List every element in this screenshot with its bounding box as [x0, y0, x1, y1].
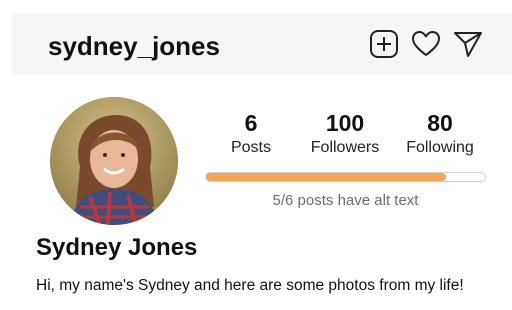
followers-count: 100 [325, 110, 365, 136]
display-name: Sydney Jones [36, 234, 198, 261]
stat-posts[interactable]: 6 Posts [225, 110, 277, 158]
stat-following[interactable]: 80 Following [398, 110, 482, 158]
posts-count: 6 [244, 110, 258, 136]
alt-text-status: 5/6 posts have alt text [272, 192, 419, 209]
top-bar: sydney_jones [12, 14, 512, 74]
following-count: 80 [427, 110, 453, 136]
send-icon[interactable] [452, 28, 484, 60]
alt-text-progress-bar [205, 172, 486, 182]
avatar[interactable] [50, 97, 178, 225]
bio: Hi, my name's Sydney and here are some p… [36, 277, 464, 294]
followers-label: Followers [310, 139, 380, 156]
alt-text-progress-fill [206, 173, 446, 181]
heart-icon[interactable] [410, 28, 442, 60]
add-post-icon[interactable] [368, 28, 400, 60]
profile-photo [50, 97, 178, 225]
posts-label: Posts [230, 139, 271, 156]
username: sydney_jones [48, 31, 220, 61]
stat-followers[interactable]: 100 Followers [302, 110, 388, 158]
following-label: Following [406, 139, 474, 156]
